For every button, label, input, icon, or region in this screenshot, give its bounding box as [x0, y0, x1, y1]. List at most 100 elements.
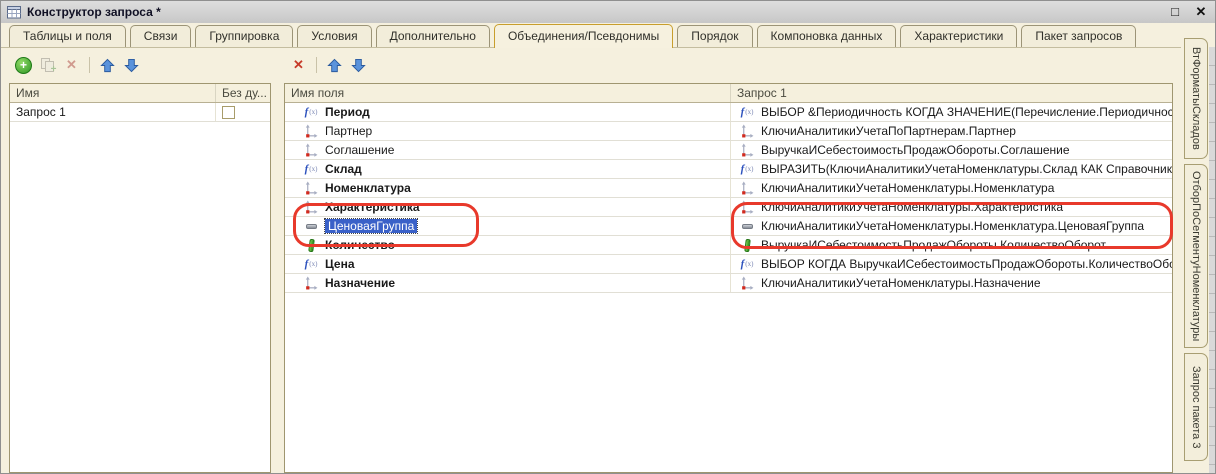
- field-name: Номенклатура: [325, 181, 411, 195]
- tab-query-batch[interactable]: Пакет запросов: [1021, 25, 1136, 47]
- move-field-down-button[interactable]: [350, 57, 367, 74]
- table-row-selected[interactable]: ЦеноваяГруппа КлючиАналитикиУчетаНоменкл…: [285, 217, 1172, 236]
- add-icon: +: [15, 57, 32, 74]
- tab-conditions[interactable]: Условия: [297, 25, 371, 47]
- arrow-up-icon: [327, 58, 342, 73]
- fx-icon: [303, 162, 319, 176]
- resource-icon: [303, 238, 319, 252]
- field-expression: КлючиАналитикиУчетаПоПартнерам.Партнер: [761, 124, 1016, 138]
- table-row[interactable]: Партнер КлючиАналитикиУчетаПоПартнерам.П…: [285, 122, 1172, 141]
- delete-query-button[interactable]: ✕: [63, 57, 80, 74]
- dimension-icon: [303, 181, 319, 195]
- field-name: Количество: [325, 238, 395, 252]
- fx-icon: [739, 105, 755, 119]
- move-query-up-button[interactable]: [99, 57, 116, 74]
- tab-order[interactable]: Порядок: [677, 25, 752, 47]
- field-name: Период: [325, 105, 370, 119]
- dimension-icon: [739, 181, 755, 195]
- maximize-button[interactable]: □: [1167, 4, 1183, 20]
- attribute-icon: [739, 219, 755, 233]
- field-name: ЦеноваяГруппа: [325, 219, 417, 233]
- field-expression: ВыручкаИСебестоимостьПродажОбороты.Колич…: [761, 238, 1106, 252]
- side-tab-vt-formaty-skladov[interactable]: ВтФорматыСкладов: [1184, 38, 1208, 159]
- field-expression: ВЫРАЗИТЬ(КлючиАналитикиУчетаНоменклатуры…: [761, 162, 1172, 176]
- field-expression: ВыручкаИСебестоимостьПродажОбороты.Согла…: [761, 143, 1070, 157]
- dimension-icon: [739, 200, 755, 214]
- dimension-icon: [739, 143, 755, 157]
- title-bar: Конструктор запроса * □ ✕: [1, 1, 1215, 23]
- table-row[interactable]: Соглашение ВыручкаИСебестоимостьПродажОб…: [285, 141, 1172, 160]
- field-expression: КлючиАналитикиУчетаНоменклатуры.Номенкла…: [761, 181, 1054, 195]
- field-expression: КлючиАналитикиУчетаНоменклатуры.Номенкла…: [761, 219, 1144, 233]
- field-name: Склад: [325, 162, 362, 176]
- fields-panel: ✕ Имя поля Запрос 1: [284, 47, 1173, 473]
- resource-icon: [739, 238, 755, 252]
- field-expression: КлючиАналитикиУчетаНоменклатуры.Характер…: [761, 200, 1063, 214]
- column-header-no-duplicates[interactable]: Без ду...: [216, 84, 270, 102]
- toolbar-separator: [89, 57, 90, 73]
- no-duplicates-checkbox[interactable]: [222, 106, 235, 119]
- attribute-icon: [303, 219, 319, 233]
- field-name: Соглашение: [325, 143, 394, 157]
- table-row[interactable]: Назначение КлючиАналитикиУчетаНоменклату…: [285, 274, 1172, 293]
- fields-toolbar: ✕: [284, 47, 1173, 79]
- tab-unions-aliases[interactable]: Объединения/Псевдонимы: [494, 24, 673, 48]
- dimension-icon: [303, 124, 319, 138]
- field-expression: ВЫБОР &Периодичность КОГДА ЗНАЧЕНИЕ(Пере…: [761, 105, 1172, 119]
- table-row[interactable]: Цена ВЫБОР КОГДА ВыручкаИСебестоимостьПр…: [285, 255, 1172, 274]
- delete-field-button[interactable]: ✕: [290, 57, 307, 74]
- field-name: Цена: [325, 257, 355, 271]
- arrow-down-icon: [124, 58, 139, 73]
- dimension-icon: [303, 200, 319, 214]
- field-name: Характеристика: [325, 200, 420, 214]
- fields-table: Имя поля Запрос 1 Период ВЫБОР &Периодич…: [284, 83, 1173, 473]
- queries-panel: + + ✕ Имя: [9, 47, 271, 473]
- dimension-icon: [739, 124, 755, 138]
- column-header-query1[interactable]: Запрос 1: [731, 84, 1172, 102]
- copy-query-button[interactable]: +: [39, 57, 56, 74]
- queries-table-header: Имя Без ду...: [10, 84, 270, 103]
- table-row[interactable]: Склад ВЫРАЗИТЬ(КлючиАналитикиУчетаНоменк…: [285, 160, 1172, 179]
- table-row[interactable]: Количество ВыручкаИСебестоимостьПродажОб…: [285, 236, 1172, 255]
- dimension-icon: [739, 276, 755, 290]
- move-field-up-button[interactable]: [326, 57, 343, 74]
- dimension-icon: [303, 143, 319, 157]
- delete-icon: ✕: [66, 57, 77, 73]
- tab-tables-and-fields[interactable]: Таблицы и поля: [9, 25, 126, 47]
- column-header-field-name[interactable]: Имя поля: [285, 84, 731, 102]
- fx-icon: [739, 162, 755, 176]
- query-row[interactable]: Запрос 1: [10, 103, 270, 122]
- field-expression: КлючиАналитикиУчетаНоменклатуры.Назначен…: [761, 276, 1041, 290]
- queries-table: Имя Без ду... Запрос 1: [9, 83, 271, 473]
- window-table-icon: [7, 5, 22, 20]
- fx-icon: [303, 105, 319, 119]
- toolbar-separator: [316, 57, 317, 73]
- move-query-down-button[interactable]: [123, 57, 140, 74]
- fx-icon: [739, 257, 755, 271]
- dimension-icon: [303, 276, 319, 290]
- tab-links[interactable]: Связи: [130, 25, 192, 47]
- close-button[interactable]: ✕: [1193, 4, 1209, 20]
- table-row[interactable]: Характеристика КлючиАналитикиУчетаНоменк…: [285, 198, 1172, 217]
- field-name: Партнер: [325, 124, 372, 138]
- tab-bar: Таблицы и поля Связи Группировка Условия…: [1, 23, 1181, 48]
- table-row[interactable]: Номенклатура КлючиАналитикиУчетаНоменкла…: [285, 179, 1172, 198]
- field-name: Назначение: [325, 276, 395, 290]
- arrow-down-icon: [351, 58, 366, 73]
- tab-grouping[interactable]: Группировка: [195, 25, 293, 47]
- fx-icon: [303, 257, 319, 271]
- table-row[interactable]: Период ВЫБОР &Периодичность КОГДА ЗНАЧЕН…: [285, 103, 1172, 122]
- column-header-name[interactable]: Имя: [10, 84, 216, 102]
- fields-table-header: Имя поля Запрос 1: [285, 84, 1172, 103]
- tab-additional[interactable]: Дополнительно: [376, 25, 490, 47]
- side-tab-zapros-paketa-3[interactable]: Запрос пакета 3: [1184, 353, 1208, 461]
- field-expression: ВЫБОР КОГДА ВыручкаИСебестоимостьПродажО…: [761, 257, 1172, 271]
- add-query-button[interactable]: +: [15, 57, 32, 74]
- copy-icon: +: [41, 58, 55, 72]
- queries-toolbar: + + ✕: [9, 47, 271, 79]
- tab-data-composition[interactable]: Компоновка данных: [757, 25, 897, 47]
- tab-characteristics[interactable]: Характеристики: [900, 25, 1017, 47]
- side-tab-otbor-po-segmentu-nomenklatury[interactable]: ОтборПоСегментуНоменклатуры: [1184, 164, 1208, 348]
- query-name: Запрос 1: [16, 105, 66, 119]
- query-builder-window: Конструктор запроса * □ ✕ Таблицы и поля…: [0, 0, 1216, 474]
